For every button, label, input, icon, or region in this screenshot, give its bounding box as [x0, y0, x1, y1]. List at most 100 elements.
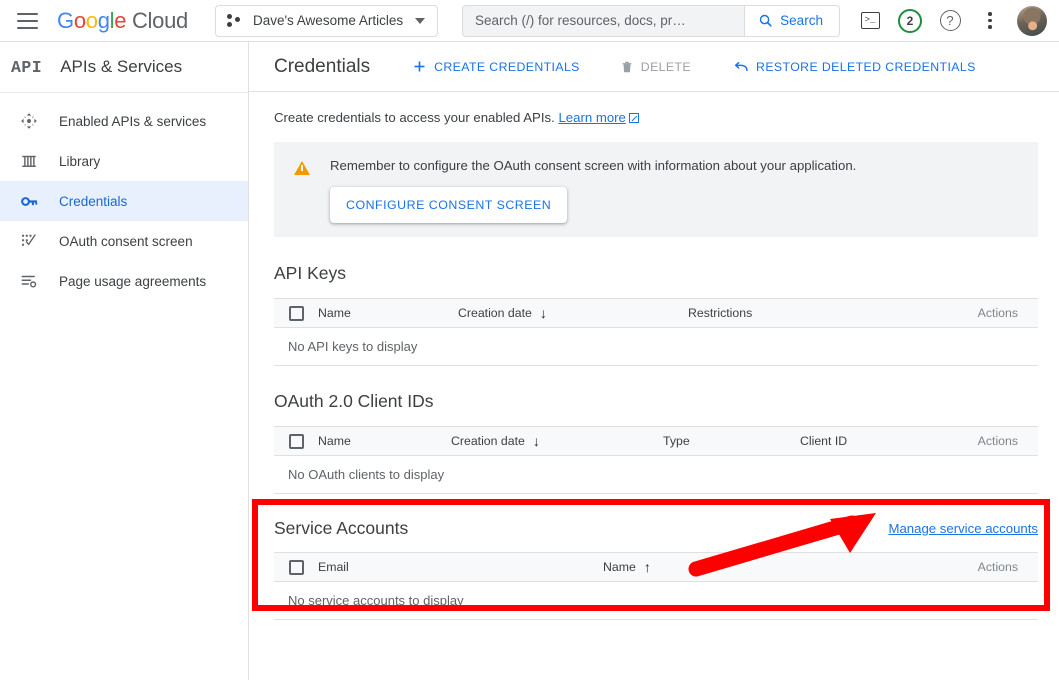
api-keys-title: API Keys [274, 263, 1059, 284]
empty-state-row: No API keys to display [274, 328, 1038, 366]
column-header-creation-date[interactable]: Creation date ↓ [458, 306, 688, 320]
cloud-shell-button[interactable]: >_ [851, 2, 889, 40]
select-all-checkbox[interactable] [289, 560, 304, 575]
configure-consent-screen-button[interactable]: CONFIGURE CONSENT SCREEN [330, 187, 567, 223]
sidebar-item-enabled-apis[interactable]: Enabled APIs & services [0, 101, 248, 141]
user-avatar[interactable] [1017, 6, 1047, 36]
sidebar-item-label: OAuth consent screen [59, 234, 193, 249]
column-header-name[interactable]: Name [318, 306, 458, 320]
hamburger-menu-icon[interactable] [17, 9, 41, 33]
api-logo-icon: API [11, 58, 42, 77]
dashboard-arrows-icon [19, 111, 39, 131]
chevron-down-icon [415, 18, 425, 24]
external-link-icon [629, 113, 639, 123]
terminal-icon: >_ [861, 12, 880, 29]
column-header-creation-date[interactable]: Creation date ↓ [451, 434, 663, 448]
service-accounts-table: Email Name ↑ Actions No service accounts… [274, 552, 1038, 620]
column-header-actions: Actions [978, 306, 1038, 320]
search-bar[interactable]: Search [462, 5, 840, 37]
sidebar-item-label: Enabled APIs & services [59, 114, 206, 129]
page-title: Credentials [274, 56, 370, 78]
kebab-menu-icon [988, 12, 992, 29]
page-settings-icon [19, 271, 39, 291]
delete-label: DELETE [641, 60, 691, 74]
service-accounts-title: Service Accounts [274, 518, 408, 539]
help-button[interactable]: ? [931, 2, 969, 40]
notifications-button[interactable]: 2 [891, 2, 929, 40]
sidebar-title: APIs & Services [60, 57, 182, 77]
oauth-clients-table: Name Creation date ↓ Type Client ID Acti… [274, 426, 1038, 494]
select-all-checkbox-cell[interactable] [274, 560, 318, 575]
column-header-name-label: Name [603, 560, 636, 574]
intro-sentence: Create credentials to access your enable… [274, 110, 555, 125]
logo-letter-o2: o [86, 8, 98, 33]
column-header-actions: Actions [978, 560, 1038, 574]
column-header-type[interactable]: Type [663, 434, 800, 448]
sidebar: API APIs & Services Enabled APIs & servi… [0, 42, 249, 680]
logo-letter-e: e [114, 8, 126, 33]
service-accounts-header: Service Accounts Manage service accounts [274, 518, 1038, 539]
sidebar-item-library[interactable]: Library [0, 141, 248, 181]
select-all-checkbox[interactable] [289, 434, 304, 449]
table-header-row: Email Name ↑ Actions [274, 552, 1038, 582]
column-header-client-id[interactable]: Client ID [800, 434, 847, 448]
column-header-name[interactable]: Name [318, 434, 451, 448]
search-button[interactable]: Search [744, 6, 839, 36]
select-all-checkbox-cell[interactable] [274, 434, 318, 449]
intro-text: Create credentials to access your enable… [274, 110, 1059, 125]
create-credentials-label: CREATE CREDENTIALS [434, 60, 580, 74]
column-header-name[interactable]: Name ↑ [603, 560, 651, 574]
column-header-creation-date-label: Creation date [458, 306, 532, 320]
manage-service-accounts-link[interactable]: Manage service accounts [888, 521, 1038, 536]
learn-more-link[interactable]: Learn more [558, 110, 625, 125]
library-icon [19, 151, 39, 171]
restore-icon [733, 59, 749, 75]
key-icon [19, 191, 39, 211]
sidebar-item-credentials[interactable]: Credentials [0, 181, 248, 221]
sidebar-nav: Enabled APIs & services Library [0, 93, 248, 301]
delete-button[interactable]: DELETE [612, 54, 699, 80]
column-header-creation-date-label: Creation date [451, 434, 525, 448]
oauth-clients-section: OAuth 2.0 Client IDs Name Creation date … [274, 391, 1059, 494]
sort-ascending-icon: ↑ [644, 560, 651, 574]
api-keys-section: API Keys Name Creation date ↓ Restrictio… [274, 263, 1059, 366]
oauth-consent-warning-banner: Remember to configure the OAuth consent … [274, 142, 1038, 237]
sort-descending-icon: ↓ [540, 306, 547, 320]
oauth-clients-title: OAuth 2.0 Client IDs [274, 391, 1059, 412]
top-bar-icons: >_ 2 ? [851, 2, 1059, 40]
more-options-button[interactable] [971, 2, 1009, 40]
top-app-bar: Google Cloud Dave's Awesome Articles Sea… [0, 0, 1059, 42]
sidebar-item-page-usage-agreements[interactable]: Page usage agreements [0, 261, 248, 301]
sidebar-item-label: Library [59, 154, 100, 169]
notification-count-badge: 2 [898, 9, 922, 33]
column-header-actions: Actions [978, 434, 1038, 448]
service-accounts-section: Service Accounts Manage service accounts… [274, 518, 1059, 620]
project-selector[interactable]: Dave's Awesome Articles [215, 5, 438, 37]
restore-deleted-credentials-button[interactable]: RESTORE DELETED CREDENTIALS [725, 53, 984, 81]
sidebar-item-label: Page usage agreements [59, 274, 206, 289]
warning-body: Remember to configure the OAuth consent … [330, 156, 1022, 223]
content-body: Create credentials to access your enable… [249, 92, 1059, 620]
column-header-restrictions[interactable]: Restrictions [688, 306, 752, 320]
search-icon [758, 13, 773, 28]
sidebar-header: API APIs & Services [0, 42, 248, 92]
warning-text: Remember to configure the OAuth consent … [330, 156, 1022, 175]
select-all-checkbox[interactable] [289, 306, 304, 321]
empty-state-row: No service accounts to display [274, 582, 1038, 620]
select-all-checkbox-cell[interactable] [274, 306, 318, 321]
search-input[interactable] [463, 13, 744, 28]
google-cloud-logo[interactable]: Google Cloud [57, 8, 188, 34]
create-credentials-button[interactable]: CREATE CREDENTIALS [404, 53, 588, 80]
sidebar-item-oauth-consent-screen[interactable]: OAuth consent screen [0, 221, 248, 261]
logo-letter-o1: o [74, 8, 86, 33]
empty-state-row: No OAuth clients to display [274, 456, 1038, 494]
column-header-email[interactable]: Email [318, 560, 603, 574]
sort-descending-icon: ↓ [533, 434, 540, 448]
project-dots-icon [227, 13, 243, 29]
help-icon: ? [940, 10, 961, 31]
search-button-label: Search [780, 13, 823, 28]
warning-triangle-icon [294, 161, 310, 175]
main-content: Credentials CREATE CREDENTIALS DELETE RE… [249, 42, 1059, 680]
learn-more-label: Learn more [558, 110, 625, 125]
plus-icon [412, 59, 427, 74]
